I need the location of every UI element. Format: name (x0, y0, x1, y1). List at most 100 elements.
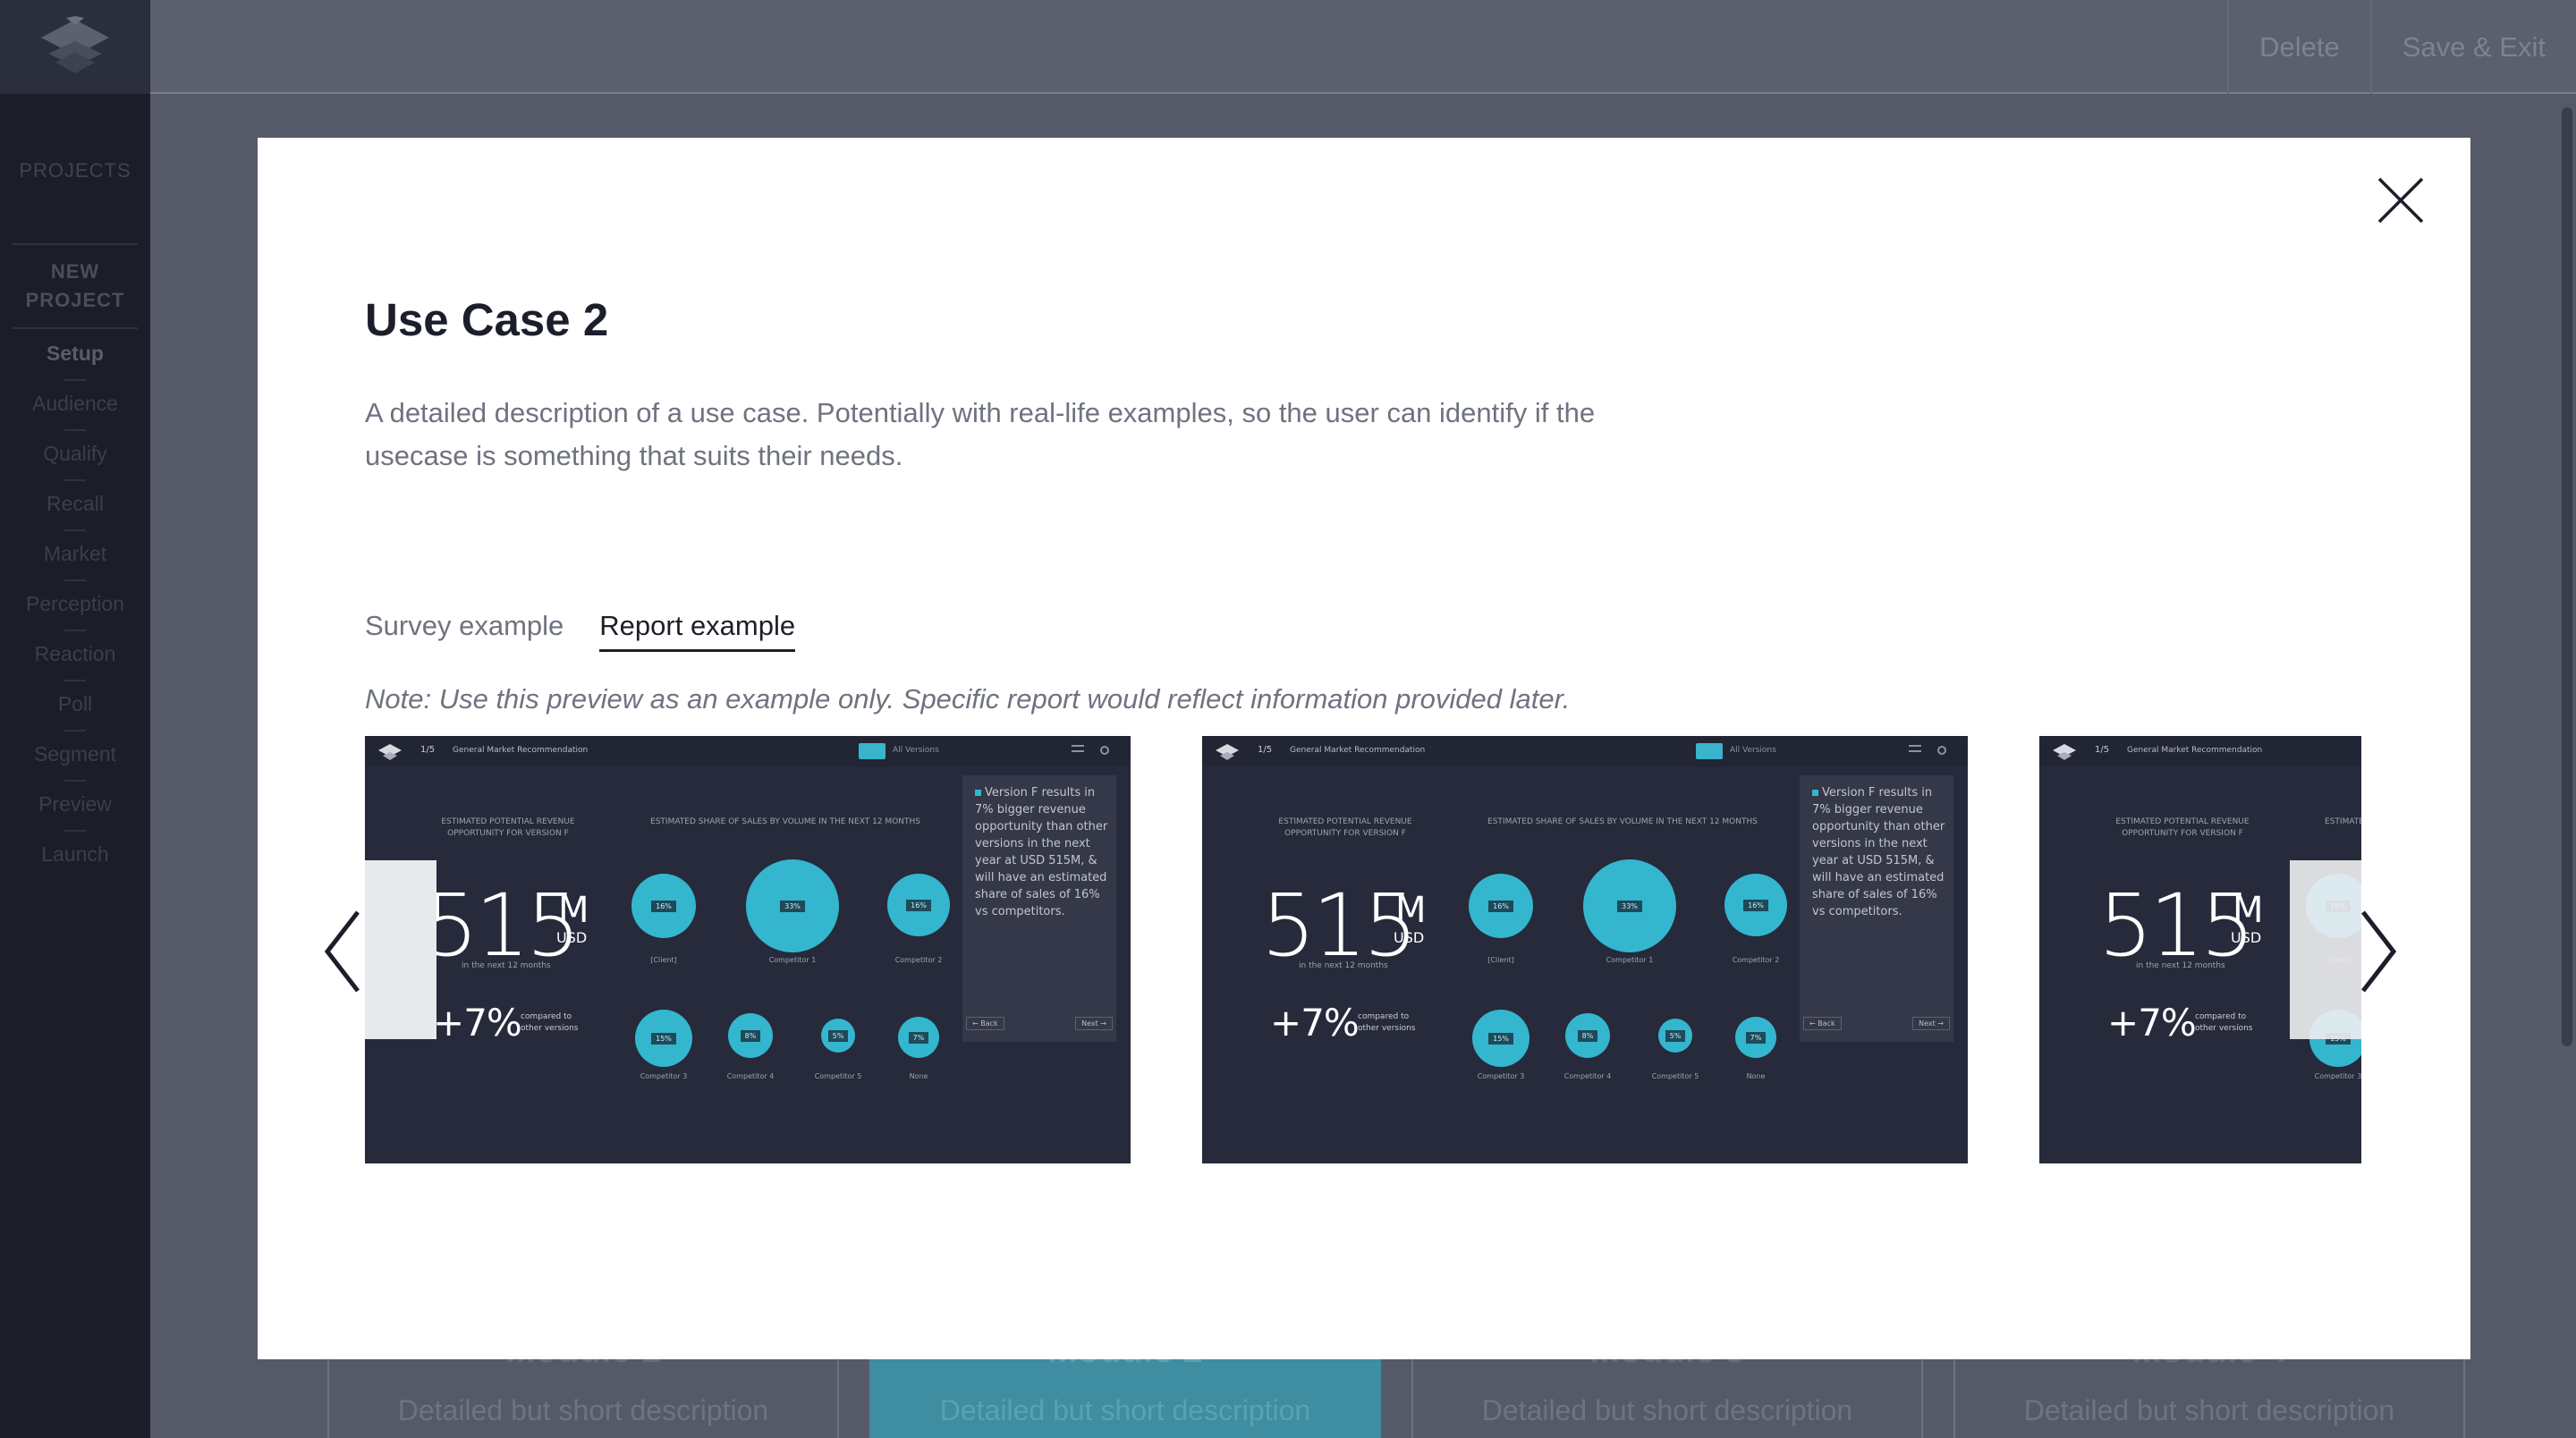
close-button[interactable] (2376, 175, 2426, 225)
report-page-indicator: 1/5 (420, 745, 436, 755)
share-bubble-label: Competitor 3 (2314, 1072, 2361, 1080)
share-bubble-value: 7% (1745, 1031, 1767, 1044)
report-logo-icon (378, 744, 402, 760)
share-bubble: 8% (1565, 1013, 1610, 1058)
share-bubble-value: 33% (1617, 900, 1642, 912)
share-bubble: 33% (746, 859, 839, 952)
sidebar-step-preview[interactable]: Preview (0, 792, 150, 816)
share-bubble-value: 5% (827, 1029, 849, 1042)
insight-text-value: Version F results in 7% bigger revenue o… (975, 786, 1108, 918)
share-bubble: 5% (821, 1019, 855, 1053)
carousel-prev-button[interactable] (318, 905, 365, 998)
report-slide[interactable]: 1/5 General Market Recommendation All Ve… (1202, 736, 1968, 1163)
share-bubble: 16% (1724, 874, 1787, 936)
carousel-prev-backdrop (365, 860, 436, 1039)
share-bubble: 16% (1469, 874, 1533, 938)
version-toggle (859, 743, 886, 759)
app-logo[interactable] (0, 0, 150, 94)
share-bubble: 33% (1583, 859, 1676, 952)
share-bubble: 15% (1472, 1010, 1530, 1067)
sidebar-step-perception[interactable]: Perception (0, 592, 150, 616)
revenue-delta: +7% (2107, 1001, 2197, 1045)
revenue-delta-caption: compared to other versions (1358, 1012, 1416, 1033)
revenue-period: in the next 12 months (2136, 961, 2225, 970)
app-sidebar: PROJECTS NEW PROJECT Setup Audience Qual… (0, 0, 150, 1438)
report-name: General Market Recommendation (453, 746, 589, 755)
delete-button[interactable]: Delete (2227, 0, 2370, 94)
close-icon (2377, 177, 2424, 224)
revenue-unit: M (2233, 890, 2264, 931)
share-bubble: 8% (728, 1013, 773, 1058)
sidebar-step-setup[interactable]: Setup (0, 342, 150, 366)
sidebar-step-qualify[interactable]: Qualify (0, 442, 150, 466)
revenue-unit: M (1395, 890, 1427, 931)
hive-logo-icon (41, 15, 109, 73)
revenue-period: in the next 12 months (462, 961, 551, 970)
share-bubble-value: 8% (1577, 1029, 1598, 1042)
modal-description: A detailed description of a use case. Po… (365, 397, 1596, 471)
share-bubble-label: Competitor 3 (640, 1072, 688, 1080)
insight-text: Version F results in 7% bigger revenue o… (975, 784, 1109, 920)
sidebar-projects-link[interactable]: PROJECTS (0, 159, 150, 182)
page-scrollbar[interactable] (2562, 107, 2572, 1046)
sidebar-new-project-line2: PROJECT (25, 289, 125, 311)
report-logo-icon (2053, 744, 2076, 760)
sidebar-step-recall[interactable]: Recall (0, 492, 150, 516)
share-bubble: 15% (635, 1010, 692, 1067)
share-bubble-label: [Client] (650, 956, 677, 964)
share-bubble-label: None (909, 1072, 928, 1080)
sidebar-step-reaction[interactable]: Reaction (0, 642, 150, 666)
report-logo-icon (1216, 744, 1239, 760)
sidebar-divider (13, 327, 138, 329)
sidebar-step-segment[interactable]: Segment (0, 742, 150, 766)
report-next-button: Next → (1075, 1017, 1113, 1030)
version-toggle (1696, 743, 1723, 759)
share-bubble-label: [Client] (1487, 956, 1514, 964)
share-bubble-value: 5% (1665, 1029, 1686, 1042)
chevron-left-icon (324, 910, 360, 993)
share-bubble: 5% (1658, 1019, 1692, 1053)
share-bubble-value: 16% (1488, 900, 1513, 912)
carousel-next-backdrop (2290, 860, 2361, 1039)
revenue-unit: M (558, 890, 589, 931)
sidebar-step-audience[interactable]: Audience (0, 392, 150, 416)
report-name: General Market Recommendation (1290, 746, 1426, 755)
insight-panel: Version F results in 7% bigger revenue o… (962, 775, 1116, 1042)
menu-icon (1909, 745, 1921, 752)
revenue-period: in the next 12 months (1299, 961, 1388, 970)
modal-title: Use Case 2 (365, 294, 609, 345)
share-bubble-label: Competitor 4 (726, 1072, 775, 1080)
save-exit-button[interactable]: Save & Exit (2369, 0, 2576, 94)
gear-icon (1937, 746, 1946, 755)
share-bubble-value: 16% (906, 899, 931, 911)
sidebar-new-project[interactable]: NEW PROJECT (0, 258, 150, 315)
report-back-button: ← Back (1803, 1017, 1842, 1030)
tab-survey-example[interactable]: Survey example (365, 610, 564, 652)
sidebar-step-tick (64, 579, 86, 581)
report-slide[interactable]: 1/5 General Market Recommendation All Ve… (365, 736, 1131, 1163)
report-page-indicator: 1/5 (2095, 745, 2110, 755)
share-bubble: 7% (1735, 1017, 1776, 1058)
sidebar-step-tick (64, 730, 86, 732)
revenue-currency: USD (556, 929, 588, 946)
report-back-button: ← Back (966, 1017, 1004, 1030)
module-card-desc: Detailed but short description (397, 1394, 769, 1426)
preview-note: Note: Use this preview as an example onl… (365, 683, 1571, 715)
report-page-indicator: 1/5 (1258, 745, 1273, 755)
sidebar-divider (13, 243, 138, 245)
all-versions-label: All Versions (1730, 746, 1776, 755)
sidebar-step-launch[interactable]: Launch (0, 842, 150, 867)
share-bubble-value: 16% (651, 900, 676, 912)
share-bubble-label: Competitor 5 (1651, 1072, 1699, 1080)
sidebar-step-tick (64, 379, 86, 381)
share-heading: ESTIMATED SHARE OF SALES BY VOLUME IN TH… (2325, 817, 2361, 826)
revenue-delta: +7% (433, 1001, 522, 1045)
sidebar-step-poll[interactable]: Poll (0, 692, 150, 716)
sidebar-step-market[interactable]: Market (0, 542, 150, 566)
header-actions: Delete Save & Exit (2227, 0, 2576, 94)
carousel-next-button[interactable] (2356, 905, 2402, 998)
tab-report-example[interactable]: Report example (599, 610, 796, 652)
sidebar-step-tick (64, 630, 86, 631)
share-bubble-value: 15% (651, 1032, 676, 1045)
revenue-currency: USD (2231, 929, 2262, 946)
